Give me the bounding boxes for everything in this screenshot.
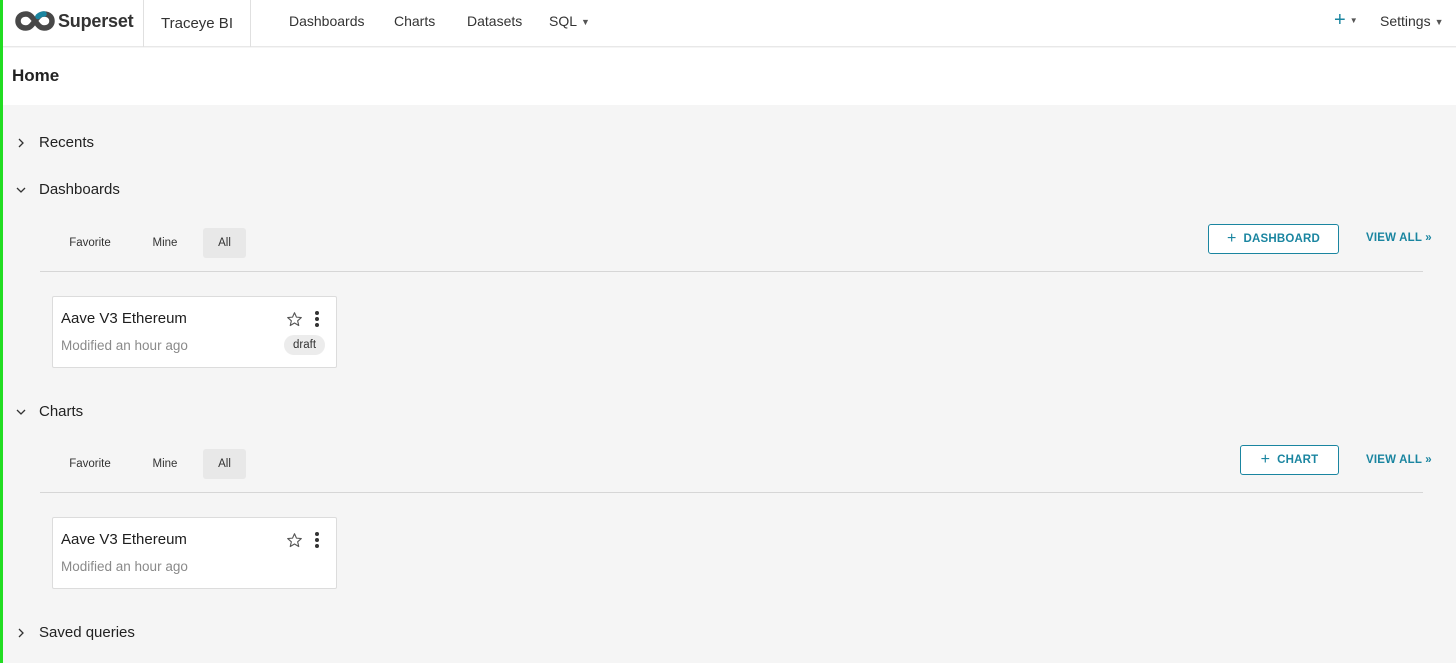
- add-dashboard-label: DASHBOARD: [1243, 233, 1321, 245]
- add-chart-button[interactable]: + CHART: [1240, 445, 1339, 475]
- saved-queries-label: Saved queries: [39, 624, 135, 641]
- chart-card[interactable]: Aave V3 Ethereum Modified an hour ago: [52, 517, 337, 589]
- caret-down-icon: ▼: [1349, 16, 1358, 25]
- dashboards-section-toggle[interactable]: Dashboards: [16, 181, 120, 198]
- charts-tab-mine[interactable]: Mine: [140, 449, 190, 479]
- page-header: Home: [3, 48, 1456, 105]
- chevron-right-icon: [18, 628, 24, 637]
- more-vertical-icon[interactable]: [310, 530, 324, 550]
- plus-icon: +: [1334, 9, 1346, 31]
- more-vertical-icon[interactable]: [310, 309, 324, 329]
- star-icon[interactable]: [286, 311, 303, 328]
- plus-icon: +: [1260, 451, 1271, 468]
- status-badge: draft: [284, 335, 326, 355]
- card-title: Aave V3 Ethereum: [61, 310, 187, 327]
- nav-datasets[interactable]: Datasets: [467, 13, 522, 29]
- recents-label: Recents: [39, 134, 95, 151]
- dashboards-tab-favorite[interactable]: Favorite: [60, 228, 120, 258]
- add-dashboard-button[interactable]: + DASHBOARD: [1208, 224, 1339, 254]
- add-chart-label: CHART: [1277, 454, 1319, 466]
- brand-name: Superset: [58, 10, 134, 31]
- nav-sql-label: SQL: [549, 13, 578, 29]
- caret-down-icon: ▼: [1434, 17, 1444, 27]
- charts-label: Charts: [39, 403, 84, 420]
- settings-menu[interactable]: Settings ▼: [1380, 13, 1444, 31]
- dashboards-tab-all[interactable]: All: [203, 228, 246, 258]
- top-navbar: Superset Traceye BI Dashboards Charts Da…: [3, 0, 1456, 47]
- superset-logo-icon: [15, 11, 55, 31]
- dashboards-tab-mine[interactable]: Mine: [140, 228, 190, 258]
- charts-section-toggle[interactable]: Charts: [16, 403, 83, 420]
- new-item-menu[interactable]: + ▼: [1334, 10, 1358, 34]
- chevron-down-icon: [16, 187, 26, 193]
- card-modified: Modified an hour ago: [61, 559, 188, 574]
- dashboards-label: Dashboards: [39, 181, 120, 198]
- plus-icon: +: [1226, 230, 1237, 247]
- workspace-name[interactable]: Traceye BI: [143, 0, 251, 47]
- chevron-down-icon: [16, 409, 26, 415]
- charts-view-all-link[interactable]: VIEW ALL »: [1366, 454, 1432, 466]
- brand[interactable]: Superset: [15, 9, 134, 33]
- nav-dashboards[interactable]: Dashboards: [289, 13, 365, 29]
- nav-charts[interactable]: Charts: [394, 13, 435, 29]
- card-title: Aave V3 Ethereum: [61, 531, 187, 548]
- recents-section-toggle[interactable]: Recents: [16, 134, 94, 151]
- divider: [40, 271, 1423, 272]
- charts-tab-favorite[interactable]: Favorite: [60, 449, 120, 479]
- card-modified: Modified an hour ago: [61, 338, 188, 353]
- chevron-right-icon: [18, 138, 24, 147]
- dashboard-card[interactable]: Aave V3 Ethereum Modified an hour ago dr…: [52, 296, 337, 368]
- settings-label: Settings: [1380, 13, 1431, 29]
- star-icon[interactable]: [286, 532, 303, 549]
- page-title: Home: [12, 66, 60, 85]
- nav-sql-menu[interactable]: SQL ▼: [549, 13, 590, 31]
- divider: [40, 492, 1423, 493]
- charts-tab-all[interactable]: All: [203, 449, 246, 479]
- saved-queries-section-toggle[interactable]: Saved queries: [16, 624, 135, 641]
- caret-down-icon: ▼: [581, 17, 590, 27]
- dashboards-view-all-link[interactable]: VIEW ALL »: [1366, 232, 1432, 244]
